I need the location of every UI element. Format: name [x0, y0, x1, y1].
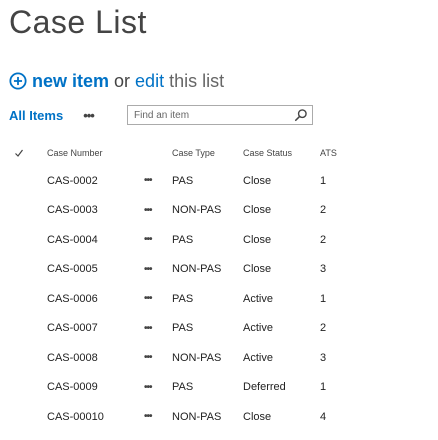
case-type-cell: NON-PAS	[172, 351, 222, 364]
case-number-link[interactable]: CAS-0004	[47, 225, 98, 255]
or-text: or	[114, 70, 131, 91]
case-type-cell: NON-PAS	[172, 204, 222, 217]
ats-cell: 3	[320, 263, 327, 276]
this-list-text: this list	[169, 70, 225, 91]
case-status-cell: Active	[243, 292, 273, 305]
table-header-row: Case Number Case Type Case Status ATS	[0, 140, 438, 166]
ats-cell: 1	[320, 292, 327, 305]
view-bar: All Items •••	[9, 104, 95, 126]
page-title: Case List	[9, 4, 147, 40]
search-icon[interactable]	[294, 108, 308, 122]
new-item-link[interactable]: new item	[32, 71, 109, 92]
case-status-cell: Deferred	[243, 381, 286, 394]
table-row[interactable]: CAS-0003 ••• NON-PAS Close 2	[0, 196, 438, 226]
table-row[interactable]: CAS-0006 ••• PAS Active 1	[0, 284, 438, 314]
row-ellipsis-menu[interactable]: •••	[144, 402, 152, 432]
table-row[interactable]: CAS-0009 ••• PAS Deferred 1	[0, 373, 438, 403]
case-type-cell: PAS	[172, 292, 194, 305]
case-number-link[interactable]: CAS-0008	[47, 343, 98, 373]
action-bar: new item or edit this list	[9, 68, 224, 94]
table-row[interactable]: CAS-0007 ••• PAS Active 2	[0, 314, 438, 344]
column-header-ats[interactable]: ATS	[320, 140, 337, 166]
row-ellipsis-menu[interactable]: •••	[144, 196, 152, 226]
case-type-cell: PAS	[172, 381, 194, 394]
select-all-checkmark[interactable]	[14, 140, 28, 166]
table-row[interactable]: CAS-0005 ••• NON-PAS Close 3	[0, 255, 438, 285]
search-box	[127, 105, 313, 125]
table-body: CAS-0002 ••• PAS Close 1 CAS-0003 ••• NON-PAS Cl…	[0, 166, 438, 432]
ats-cell: 4	[320, 410, 327, 423]
case-status-cell: Close	[243, 174, 272, 187]
circle-plus-icon[interactable]	[9, 72, 27, 90]
case-status-cell: Close	[243, 263, 272, 276]
case-type-cell: NON-PAS	[172, 263, 222, 276]
view-selector-all-items[interactable]: All Items	[9, 108, 63, 123]
table-row[interactable]: CAS-0002 ••• PAS Close 1	[0, 166, 438, 196]
row-ellipsis-menu[interactable]: •••	[144, 166, 152, 196]
column-header-case-status[interactable]: Case Status	[243, 140, 292, 166]
ats-cell: 1	[320, 174, 327, 187]
case-number-link[interactable]: CAS-0005	[47, 255, 98, 285]
case-number-link[interactable]: CAS-0006	[47, 284, 98, 314]
row-ellipsis-menu[interactable]: •••	[144, 314, 152, 344]
row-ellipsis-menu[interactable]: •••	[144, 255, 152, 285]
table-row[interactable]: CAS-0004 ••• PAS Close 2	[0, 225, 438, 255]
row-ellipsis-menu[interactable]: •••	[144, 343, 152, 373]
view-more-ellipsis[interactable]: •••	[83, 108, 95, 123]
ats-cell: 3	[320, 351, 327, 364]
row-ellipsis-menu[interactable]: •••	[144, 284, 152, 314]
table-row[interactable]: CAS-00010 ••• NON-PAS Close 4	[0, 402, 438, 432]
case-type-cell: PAS	[172, 233, 194, 246]
edit-list-link[interactable]: edit	[135, 71, 164, 92]
case-number-link[interactable]: CAS-0003	[47, 196, 98, 226]
case-number-link[interactable]: CAS-0009	[47, 373, 98, 403]
column-header-case-type[interactable]: Case Type	[172, 140, 215, 166]
case-number-link[interactable]: CAS-0002	[47, 166, 98, 196]
case-status-cell: Active	[243, 351, 273, 364]
check-icon	[15, 149, 23, 157]
case-type-cell: PAS	[172, 174, 194, 187]
case-status-cell: Active	[243, 322, 273, 335]
case-number-link[interactable]: CAS-00010	[47, 402, 104, 432]
row-ellipsis-menu[interactable]: •••	[144, 225, 152, 255]
ats-cell: 2	[320, 233, 327, 246]
case-number-link[interactable]: CAS-0007	[47, 314, 98, 344]
case-status-cell: Close	[243, 204, 272, 217]
case-list-table: Case Number Case Type Case Status ATS CA…	[0, 140, 438, 432]
column-header-case-number[interactable]: Case Number	[47, 140, 103, 166]
ats-cell: 1	[320, 381, 327, 394]
search-input[interactable]	[128, 106, 294, 124]
ats-cell: 2	[320, 204, 327, 217]
row-ellipsis-menu[interactable]: •••	[144, 373, 152, 403]
case-status-cell: Close	[243, 410, 272, 423]
case-type-cell: PAS	[172, 322, 194, 335]
case-status-cell: Close	[243, 233, 272, 246]
case-type-cell: NON-PAS	[172, 410, 222, 423]
ats-cell: 2	[320, 322, 327, 335]
table-row[interactable]: CAS-0008 ••• NON-PAS Active 3	[0, 343, 438, 373]
